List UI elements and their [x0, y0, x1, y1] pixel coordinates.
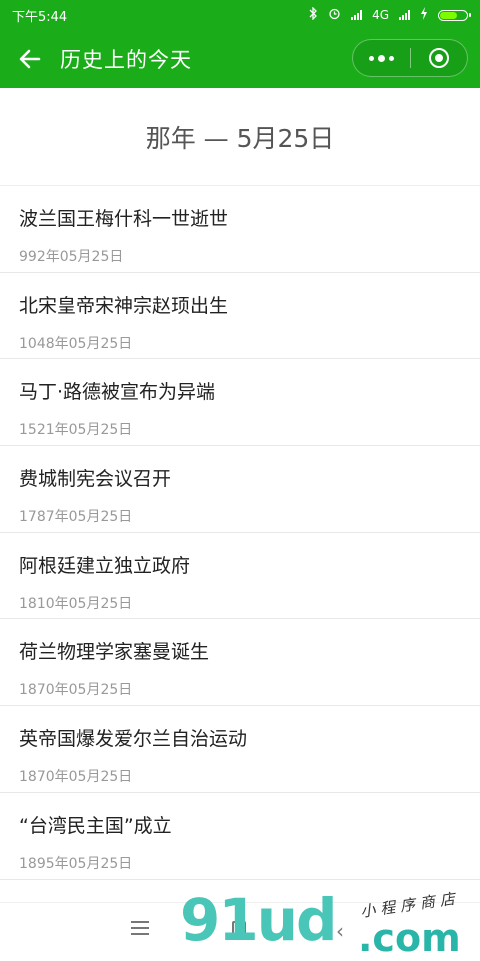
event-title: 波兰国王梅什科一世逝世 — [19, 208, 229, 230]
home-square-icon[interactable] — [232, 921, 246, 935]
event-date: 992年05月25日 — [19, 249, 124, 265]
arrow-left-icon — [19, 49, 41, 69]
nav-bar: 历史上的今天 — [0, 30, 480, 88]
list-item[interactable]: “台湾民主国”成立 1895年05月25日 — [0, 793, 480, 880]
list-item[interactable]: 阿根廷建立独立政府 1810年05月25日 — [0, 533, 480, 620]
signal-icon-2 — [399, 10, 410, 20]
event-title: 英帝国爆发爱尔兰自治运动 — [19, 728, 248, 751]
event-title: 荷兰物理学家塞曼诞生 — [19, 641, 210, 664]
alarm-icon — [328, 7, 341, 23]
chevron-left-icon[interactable]: ‹ — [336, 919, 344, 943]
event-date: 1810年05月25日 — [19, 595, 133, 612]
charging-icon — [420, 7, 428, 23]
event-title: 北宋皇帝宋神宗赵顼出生 — [19, 294, 229, 317]
event-title: 阿根廷建立独立政府 — [19, 554, 191, 577]
list-item[interactable]: 波兰国王梅什科一世逝世 992年05月25日 — [0, 186, 480, 273]
status-bar: 下午5:44 4G — [0, 0, 480, 30]
event-date: 1787年05月25日 — [19, 509, 133, 526]
event-date: 1870年05月25日 — [19, 682, 133, 699]
back-button[interactable] — [0, 30, 60, 88]
event-date: 1895年05月25日 — [19, 855, 133, 872]
system-nav-bar: ‹ — [0, 902, 480, 961]
network-type: 4G — [372, 8, 389, 22]
date-header: 那年 — 5月25日 — [0, 88, 480, 186]
event-date: 1521年05月25日 — [19, 422, 133, 439]
signal-icon-1 — [351, 10, 363, 20]
menu-icon[interactable] — [131, 921, 149, 935]
event-date: 1048年05月25日 — [19, 335, 133, 352]
close-circle-icon — [428, 48, 449, 68]
status-time: 下午5:44 — [12, 9, 68, 25]
list-item[interactable]: 荷兰物理学家塞曼诞生 1870年05月25日 — [0, 619, 480, 707]
event-list: 波兰国王梅什科一世逝世 992年05月25日 北宋皇帝宋神宗赵顼出生 1048年… — [0, 186, 480, 880]
list-item[interactable]: 北宋皇帝宋神宗赵顼出生 1048年05月25日 — [0, 273, 480, 360]
event-date: 1870年05月25日 — [19, 769, 133, 786]
more-button[interactable] — [353, 40, 410, 76]
more-dots-icon — [368, 54, 394, 62]
mini-program-capsule — [352, 39, 468, 77]
event-title: 费城制宪会议召开 — [19, 468, 172, 491]
close-program-button[interactable] — [411, 40, 468, 76]
list-item[interactable]: 马丁·路德被宣布为异端 1521年05月25日 — [0, 359, 480, 447]
event-title: “台湾民主国”成立 — [19, 814, 172, 837]
page-title: 历史上的今天 — [60, 48, 192, 72]
list-item[interactable]: 费城制宪会议召开 1787年05月25日 — [0, 446, 480, 533]
battery-icon — [438, 9, 471, 21]
bluetooth-icon — [309, 6, 318, 23]
status-icons: 4G — [309, 6, 471, 23]
list-item[interactable]: 英帝国爆发爱尔兰自治运动 1870年05月25日 — [0, 706, 480, 793]
event-title: 马丁·路德被宣布为异端 — [19, 381, 216, 404]
